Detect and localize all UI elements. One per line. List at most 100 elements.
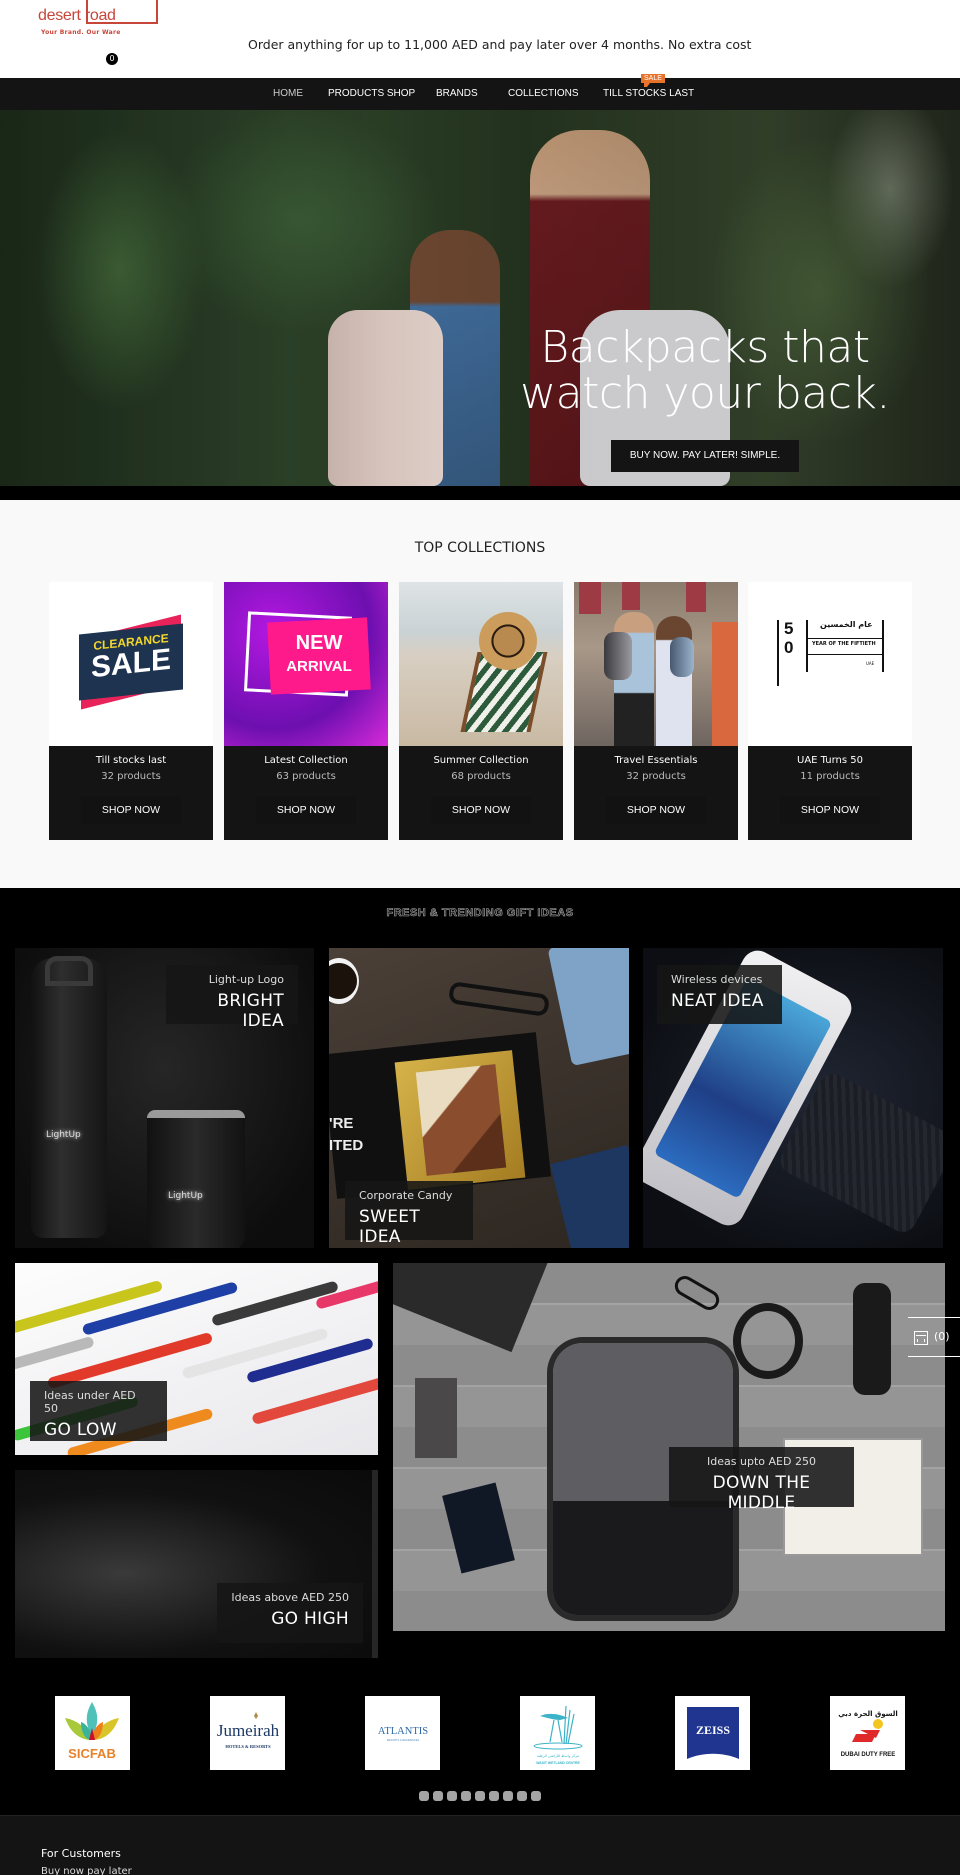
travel-couple-image[interactable] xyxy=(574,582,738,746)
tile-edge xyxy=(372,1470,378,1658)
brand-logos-carousel: SICFAB Jumeirah HOTELS & RESORTS ATLANTI… xyxy=(0,1668,960,1818)
gift-tile-neat-idea[interactable]: Wireless devices NEAT IDEA xyxy=(643,948,943,1248)
gift-tile-bright-idea[interactable]: LightUp LightUp Light-up Logo BRIGHT IDE… xyxy=(15,948,314,1248)
brand-name-text: Jumeirah xyxy=(217,1721,280,1740)
carousel-dot[interactable] xyxy=(503,1791,513,1801)
shop-now-button[interactable]: SHOP NOW xyxy=(431,796,531,824)
logo-line xyxy=(806,620,808,672)
gift-tile-sweet-idea[interactable]: 'RE ITED Corporate Candy SWEET IDEA xyxy=(329,948,629,1248)
carousel-dot[interactable] xyxy=(517,1791,527,1801)
collection-name[interactable]: UAE Turns 50 xyxy=(748,755,912,766)
tile-caption: Ideas upto AED 250 DOWN THE MIDDLE xyxy=(669,1447,854,1513)
pen-image xyxy=(251,1375,378,1426)
logo-digit-5: 5 xyxy=(784,619,794,638)
main-nav: HOME PRODUCTS SHOP BRANDS COLLECTIONS TI… xyxy=(0,78,960,110)
shutter xyxy=(686,582,706,612)
caption-title: GO HIGH xyxy=(271,1609,349,1629)
top-header: desert road Your Brand. Our Ware 0 Order… xyxy=(0,0,960,78)
collection-count: 32 products xyxy=(626,771,686,782)
tile-caption: Ideas above AED 250 GO HIGH xyxy=(217,1583,363,1643)
logo-line xyxy=(777,620,779,686)
shop-now-button[interactable]: SHOP NOW xyxy=(780,796,880,824)
gift-tile-down-the-middle[interactable]: Ideas upto AED 250 DOWN THE MIDDLE xyxy=(393,1263,945,1631)
top-collections-section: TOP COLLECTIONS CLEARANCE SALE Till stoc… xyxy=(0,500,960,888)
backpack xyxy=(604,632,632,680)
lightup-logo-text: LightUp xyxy=(46,1130,81,1140)
collection-name[interactable]: Till stocks last xyxy=(49,755,213,766)
backpack xyxy=(670,637,694,677)
card-info: Till stocks last 32 products SHOP NOW xyxy=(49,746,213,840)
shop-now-button[interactable]: SHOP NOW xyxy=(606,796,706,824)
nav-collections[interactable]: COLLECTIONS xyxy=(508,88,579,99)
caption-title: SWEET IDEA xyxy=(359,1207,420,1247)
box-printed-text: 'RE ITED xyxy=(329,1115,364,1154)
lightup-logo-text: LightUp xyxy=(168,1191,203,1201)
uae-50-logo-image[interactable]: 5 0 عام الخمسين YEAR OF THE FIFTIETH UAE xyxy=(748,582,912,746)
collection-name[interactable]: Summer Collection xyxy=(399,755,563,766)
card-info: Latest Collection 63 products SHOP NOW xyxy=(224,746,388,840)
card-info: Travel Essentials 32 products SHOP NOW xyxy=(574,746,738,840)
side-cart-count: (0) xyxy=(934,1330,950,1343)
shop-now-button[interactable]: SHOP NOW xyxy=(256,796,356,824)
desert-road-logo[interactable]: desert road Your Brand. Our Ware xyxy=(38,0,158,42)
trending-gift-ideas-section: FRESH & TRENDING GIFT IDEAS LightUp Ligh… xyxy=(0,888,960,1668)
clearance-sale-image[interactable]: CLEARANCE SALE xyxy=(49,582,213,746)
caption-title: GO LOW xyxy=(44,1420,117,1440)
brand-logo-zeiss[interactable]: ZEISS xyxy=(675,1696,750,1770)
footer-link-buy-now-pay-later[interactable]: Buy now pay later xyxy=(41,1866,132,1875)
caption-subtitle: Ideas above AED 250 xyxy=(231,1591,349,1604)
cart-count-badge[interactable]: 0 xyxy=(106,53,118,65)
bottle-image xyxy=(31,958,107,1238)
sale-badge: SALE xyxy=(641,74,665,87)
carousel-dot[interactable] xyxy=(419,1791,429,1801)
card-info: UAE Turns 50 11 products SHOP NOW xyxy=(748,746,912,840)
brand-name-text: WASIT WETLAND CENTRE xyxy=(536,1761,580,1765)
brand-logo-dubai-duty-free[interactable]: السوق الحرة دبي DUBAI DUTY FREE xyxy=(830,1696,905,1770)
hero-cta-button[interactable]: BUY NOW. PAY LATER! SIMPLE. xyxy=(611,440,799,472)
brand-logo-atlantis[interactable]: ATLANTIS RESORTS & RESIDENCES xyxy=(365,1696,440,1770)
new-arrival-image[interactable]: NEW ARRIVAL xyxy=(224,582,388,746)
carousel-dot[interactable] xyxy=(433,1791,443,1801)
glasses-image xyxy=(671,1272,723,1314)
brand-logo-sicfab[interactable]: SICFAB xyxy=(55,1696,130,1770)
logo-english-text: YEAR OF THE FIFTIETH xyxy=(812,641,876,647)
pen-image xyxy=(15,1335,95,1372)
collection-card[interactable]: CLEARANCE SALE Till stocks last 32 produ… xyxy=(49,582,213,840)
caption-subtitle: Corporate Candy xyxy=(359,1189,453,1202)
chocolate-bar xyxy=(415,1064,507,1176)
caption-subtitle: Ideas upto AED 250 xyxy=(707,1455,816,1468)
gift-tile-go-high[interactable]: Ideas above AED 250 GO HIGH xyxy=(15,1470,378,1658)
tile-caption: Light-up Logo BRIGHT IDEA xyxy=(166,965,298,1031)
brand-logo-jumeirah[interactable]: Jumeirah HOTELS & RESORTS xyxy=(210,1696,285,1770)
hero-banner[interactable]: Backpacks that watch your back. BUY NOW.… xyxy=(0,110,960,486)
coffee-mug xyxy=(329,958,359,1004)
brand-logo-wasit-wetland[interactable]: مركز واسط للأراضي الرطبة WASIT WETLAND C… xyxy=(520,1696,595,1770)
jumeirah-logo-icon: Jumeirah HOTELS & RESORTS xyxy=(217,1712,280,1749)
logo-uae-text: UAE xyxy=(866,661,875,666)
footer-heading: For Customers xyxy=(41,1847,121,1860)
shop-now-button[interactable]: SHOP NOW xyxy=(81,796,181,824)
carousel-dot[interactable] xyxy=(447,1791,457,1801)
caption-title: DOWN THE MIDDLE xyxy=(712,1473,811,1513)
carousel-dot[interactable] xyxy=(461,1791,471,1801)
carousel-dot[interactable] xyxy=(531,1791,541,1801)
summer-beach-image[interactable] xyxy=(399,582,563,746)
collection-card[interactable]: 5 0 عام الخمسين YEAR OF THE FIFTIETH UAE… xyxy=(748,582,912,840)
nav-brands[interactable]: BRANDS xyxy=(436,88,478,99)
gift-tile-go-low[interactable]: Ideas under AED 50 GO LOW xyxy=(15,1263,378,1455)
nav-till-stocks-last[interactable]: TILL STOCKS LAST xyxy=(603,88,694,99)
footer: For Customers Buy now pay later xyxy=(0,1815,960,1875)
collection-name[interactable]: Latest Collection xyxy=(224,755,388,766)
collection-card[interactable]: Summer Collection 68 products SHOP NOW xyxy=(399,582,563,840)
collection-card[interactable]: Travel Essentials 32 products SHOP NOW xyxy=(574,582,738,840)
hero-title: Backpacks that watch your back. xyxy=(510,325,900,417)
carousel-dot[interactable] xyxy=(489,1791,499,1801)
hero-title-line1: Backpacks that xyxy=(540,322,870,373)
logo-tagline: Your Brand. Our Ware xyxy=(41,29,121,36)
nav-home[interactable]: HOME xyxy=(273,88,303,99)
nav-products-shop[interactable]: PRODUCTS SHOP xyxy=(328,88,415,99)
collection-name[interactable]: Travel Essentials xyxy=(574,755,738,766)
collection-card[interactable]: NEW ARRIVAL Latest Collection 63 product… xyxy=(224,582,388,840)
side-cart-widget[interactable]: (0) xyxy=(908,1317,960,1357)
carousel-dot[interactable] xyxy=(475,1791,485,1801)
